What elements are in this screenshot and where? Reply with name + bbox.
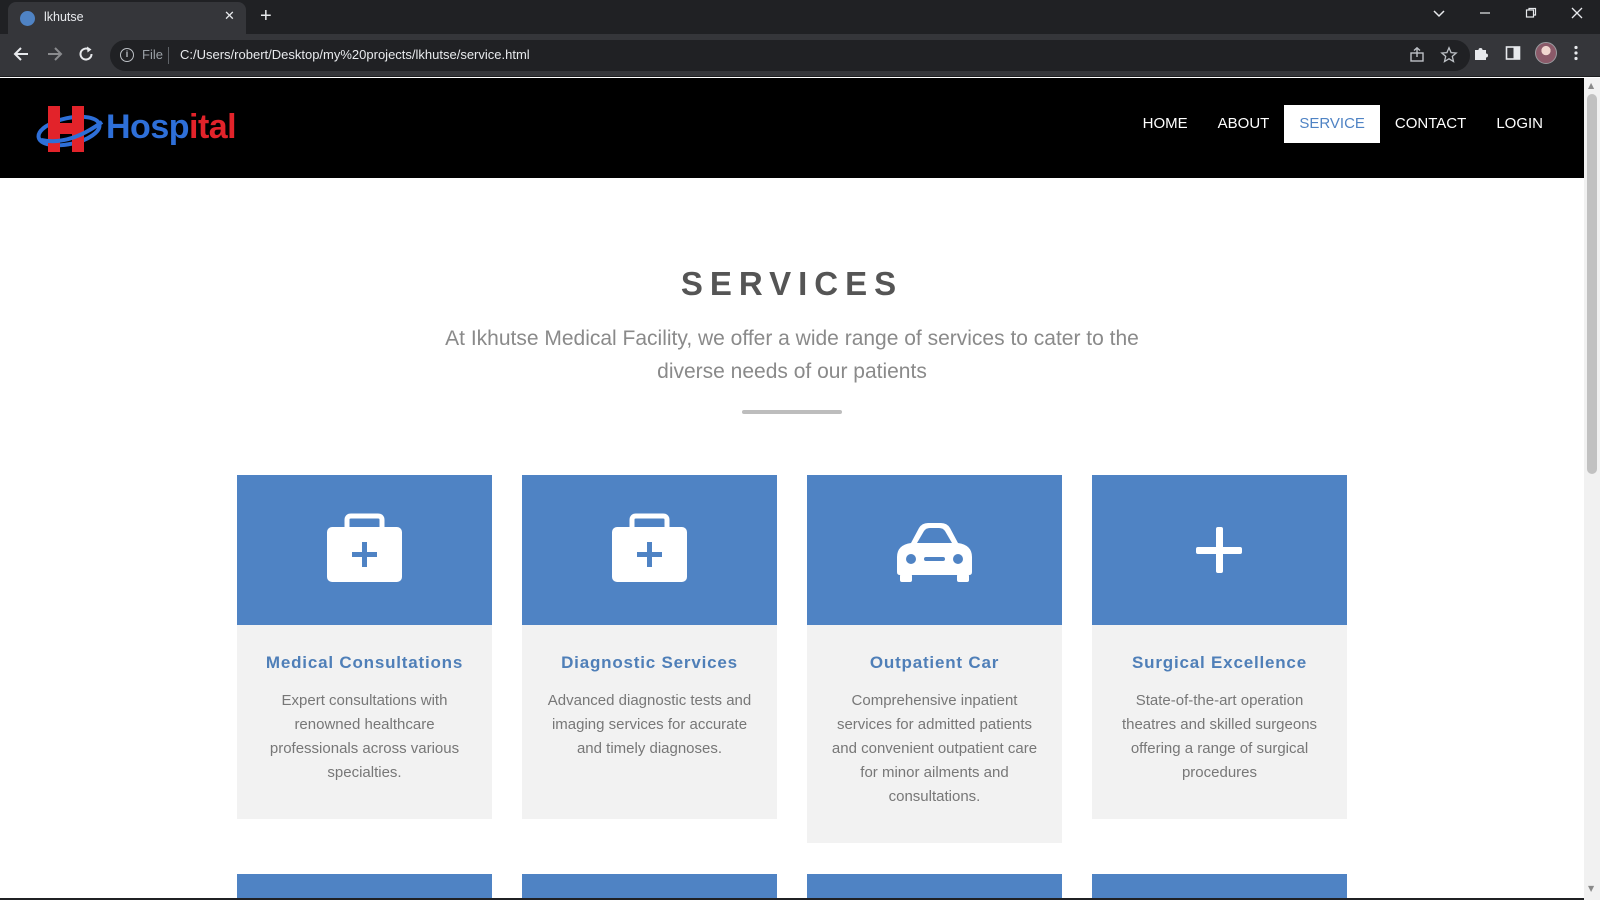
card-header	[807, 475, 1062, 625]
plus-icon	[1196, 527, 1242, 573]
share-icon[interactable]	[1408, 46, 1426, 68]
globe-icon	[20, 11, 35, 26]
tab-search-icon[interactable]	[1432, 6, 1446, 25]
address-bar[interactable]: i File C:/Users/robert/Desktop/my%20proj…	[110, 40, 1470, 71]
close-tab-icon[interactable]: ✕	[224, 9, 235, 25]
service-card-surgical-excellence[interactable]: Surgical Excellence State-of-the-art ope…	[1092, 475, 1347, 819]
profile-avatar[interactable]	[1535, 42, 1557, 64]
nav-login[interactable]: LOGIN	[1481, 105, 1558, 143]
address-url[interactable]: C:/Users/robert/Desktop/my%20projects/lk…	[180, 47, 530, 62]
logo-wordmark: Hospital	[106, 108, 237, 147]
new-tab-button[interactable]: +	[260, 5, 272, 27]
card-description: Expert consultations with renowned healt…	[269, 692, 460, 781]
restore-icon[interactable]	[1524, 6, 1538, 25]
site-header: Hospital HOME ABOUT SERVICE CONTACT LOGI…	[0, 78, 1584, 178]
card-description: Advanced diagnostic tests and imaging se…	[547, 692, 752, 757]
forward-arrow-icon[interactable]	[44, 44, 64, 69]
star-icon[interactable]	[1440, 46, 1458, 68]
address-separator	[168, 47, 169, 64]
car-icon	[897, 523, 972, 582]
card-title: Surgical Excellence	[1132, 653, 1307, 672]
kebab-menu-icon[interactable]	[1573, 44, 1579, 67]
services-subtitle: At Ikhutse Medical Facility, we offer a …	[445, 327, 1139, 383]
services-title: SERVICES	[680, 265, 904, 302]
service-card-peek[interactable]	[237, 874, 492, 900]
browser-tab[interactable]: lkhutse ✕	[8, 2, 246, 34]
section-divider	[742, 410, 842, 414]
info-icon[interactable]: i	[120, 48, 134, 62]
card-header	[1092, 475, 1347, 625]
service-card-peek[interactable]	[522, 874, 777, 900]
card-title: Medical Consultations	[265, 653, 464, 672]
reload-icon[interactable]	[76, 44, 96, 69]
nav-home[interactable]: HOME	[1128, 105, 1203, 143]
scroll-up-icon[interactable]: ▲	[1588, 81, 1594, 90]
page-viewport: Hospital HOME ABOUT SERVICE CONTACT LOGI…	[0, 78, 1584, 900]
minimize-icon[interactable]	[1478, 6, 1492, 25]
service-card-medical-consultations[interactable]: Medical Consultations Expert consultatio…	[237, 475, 492, 819]
scroll-down-icon[interactable]: ▼	[1588, 884, 1594, 893]
card-description: Comprehensive inpatient services for adm…	[831, 692, 1038, 805]
browser-toolbar: i File C:/Users/robert/Desktop/my%20proj…	[0, 34, 1600, 77]
hospital-logo[interactable]: Hospital	[36, 102, 246, 154]
logo-text-red: ital	[189, 108, 237, 146]
puzzle-icon[interactable]	[1472, 44, 1490, 67]
close-window-icon[interactable]	[1570, 6, 1584, 25]
nav-service[interactable]: SERVICE	[1284, 105, 1380, 143]
medical-kit-icon	[327, 513, 402, 582]
tab-title: lkhutse	[44, 10, 84, 24]
scroll-thumb[interactable]	[1587, 94, 1597, 474]
nav-about[interactable]: ABOUT	[1203, 105, 1285, 143]
service-card-diagnostic-services[interactable]: Diagnostic Services Advanced diagnostic …	[522, 475, 777, 819]
main-nav: HOME ABOUT SERVICE CONTACT LOGIN	[1128, 105, 1558, 143]
hospital-logo-mark	[36, 106, 104, 152]
service-card-peek[interactable]	[807, 874, 1062, 900]
card-header	[237, 475, 492, 625]
service-card-peek[interactable]	[1092, 874, 1347, 900]
medical-kit-icon	[612, 513, 687, 582]
address-scheme-label: File	[142, 47, 163, 62]
nav-contact[interactable]: CONTACT	[1380, 105, 1481, 143]
card-title: Diagnostic Services	[561, 653, 738, 672]
card-description: State-of-the-art operation theatres and …	[1121, 692, 1318, 781]
side-panel-icon[interactable]	[1504, 44, 1522, 67]
browser-tabstrip: lkhutse ✕ +	[0, 0, 1600, 34]
card-header	[522, 475, 777, 625]
card-title: Outpatient Car	[869, 653, 1000, 672]
page-scrollbar[interactable]: ▲ ▼	[1584, 78, 1600, 900]
service-card-outpatient-car[interactable]: Outpatient Car Comprehensive inpatient s…	[807, 475, 1062, 843]
back-arrow-icon[interactable]	[12, 44, 32, 69]
logo-text-blue: Hosp	[106, 108, 190, 146]
